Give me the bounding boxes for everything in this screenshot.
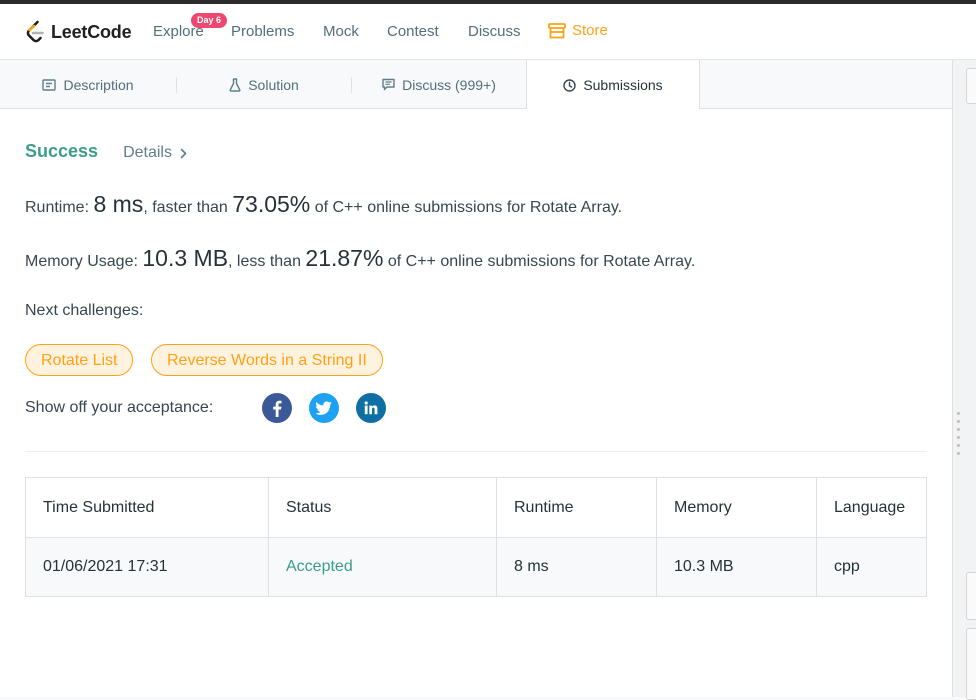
- runtime-value: 8 ms: [93, 191, 144, 217]
- memory-mid: , less than: [228, 253, 306, 270]
- editor-panel-edge: [966, 572, 976, 620]
- clock-icon: [563, 78, 577, 92]
- facebook-share-button[interactable]: [262, 393, 292, 423]
- submissions-table: Time Submitted Status Runtime Memory Lan…: [25, 477, 927, 597]
- linkedin-icon: [364, 401, 378, 415]
- memory-label: Memory Usage:: [25, 253, 143, 270]
- explore-day-badge: Day 6: [191, 13, 228, 28]
- nav-contest[interactable]: Contest: [387, 23, 439, 40]
- nav-mock[interactable]: Mock: [323, 23, 359, 40]
- time-submitted-cell: 01/06/2021 17:31: [26, 538, 269, 596]
- chevron-right-icon: [180, 148, 187, 158]
- nav-discuss[interactable]: Discuss: [468, 23, 521, 40]
- nav-problems[interactable]: Problems: [231, 23, 294, 40]
- details-link[interactable]: Details: [123, 144, 187, 162]
- details-label: Details: [123, 144, 172, 161]
- tab-solution[interactable]: Solution: [177, 60, 351, 109]
- facebook-icon: [273, 400, 282, 417]
- tab-discuss-label: Discuss (999+): [402, 76, 496, 93]
- column-header[interactable]: Status: [269, 478, 497, 537]
- runtime-percentile: 73.05%: [232, 191, 311, 217]
- next-challenges-label: Next challenges:: [25, 302, 144, 319]
- description-icon: [42, 78, 57, 91]
- tab-solution-label: Solution: [248, 76, 299, 93]
- column-header[interactable]: Runtime: [497, 478, 657, 537]
- problem-tabs: Description Solution Discuss (999+) Subm…: [0, 60, 952, 110]
- runtime-cell: 8 ms: [497, 538, 657, 596]
- tab-discuss[interactable]: Discuss (999+): [352, 60, 526, 109]
- memory-stat: Memory Usage: 10.3 MB, less than 21.87% …: [25, 245, 695, 272]
- runtime-tail: of C++ online submissions for Rotate Arr…: [310, 199, 623, 216]
- status-accepted-link[interactable]: Accepted: [269, 538, 497, 596]
- brand-name: LeetCode: [51, 21, 132, 42]
- memory-tail: of C++ online submissions for Rotate Arr…: [383, 253, 696, 270]
- column-header[interactable]: Time Submitted: [26, 478, 269, 537]
- tab-submissions-label: Submissions: [583, 77, 663, 93]
- tab-description[interactable]: Description: [0, 60, 176, 109]
- resize-handle[interactable]: [957, 412, 963, 460]
- runtime-stat: Runtime: 8 ms, faster than 73.05% of C++…: [25, 191, 622, 218]
- challenge-chip[interactable]: Reverse Words in a String II: [151, 344, 383, 376]
- comment-icon: [382, 78, 395, 91]
- nav-store[interactable]: Store: [548, 22, 608, 39]
- nav-store-label: Store: [572, 22, 608, 39]
- twitter-icon: [316, 401, 332, 415]
- top-navbar: LeetCode Explore Day 6 Problems Mock Con…: [0, 4, 976, 60]
- runtime-mid: , faster than: [143, 199, 233, 216]
- language-cell: cpp: [834, 558, 860, 575]
- runtime-label: Runtime:: [25, 199, 94, 216]
- leetcode-logo-icon: [26, 20, 44, 43]
- flask-icon: [229, 77, 241, 92]
- tab-description-label: Description: [63, 76, 134, 93]
- column-header[interactable]: Memory: [657, 478, 817, 537]
- table-row[interactable]: 01/06/2021 17:31 Accepted 8 ms 10.3 MB c…: [26, 538, 926, 596]
- memory-cell: 10.3 MB: [657, 538, 817, 596]
- submission-status: Success Details: [25, 141, 187, 162]
- share-label: Show off your acceptance:: [25, 399, 214, 416]
- section-divider: [25, 451, 927, 452]
- memory-value: 10.3 MB: [142, 245, 229, 271]
- editor-side-strip: [952, 60, 976, 700]
- store-icon: [548, 22, 566, 38]
- challenge-chip[interactable]: Rotate List: [25, 344, 134, 376]
- memory-percentile: 21.87%: [305, 245, 384, 271]
- tab-submissions[interactable]: Submissions: [526, 60, 700, 110]
- editor-panel-edge: [966, 68, 976, 104]
- twitter-share-button[interactable]: [309, 393, 339, 423]
- table-header-row: Time Submitted Status Runtime Memory Lan…: [26, 478, 926, 538]
- editor-panel-edge: [966, 628, 976, 700]
- status-success: Success: [25, 141, 99, 161]
- leetcode-logo[interactable]: LeetCode: [25, 20, 132, 44]
- column-header[interactable]: Language: [817, 478, 926, 537]
- linkedin-share-button[interactable]: [356, 393, 386, 423]
